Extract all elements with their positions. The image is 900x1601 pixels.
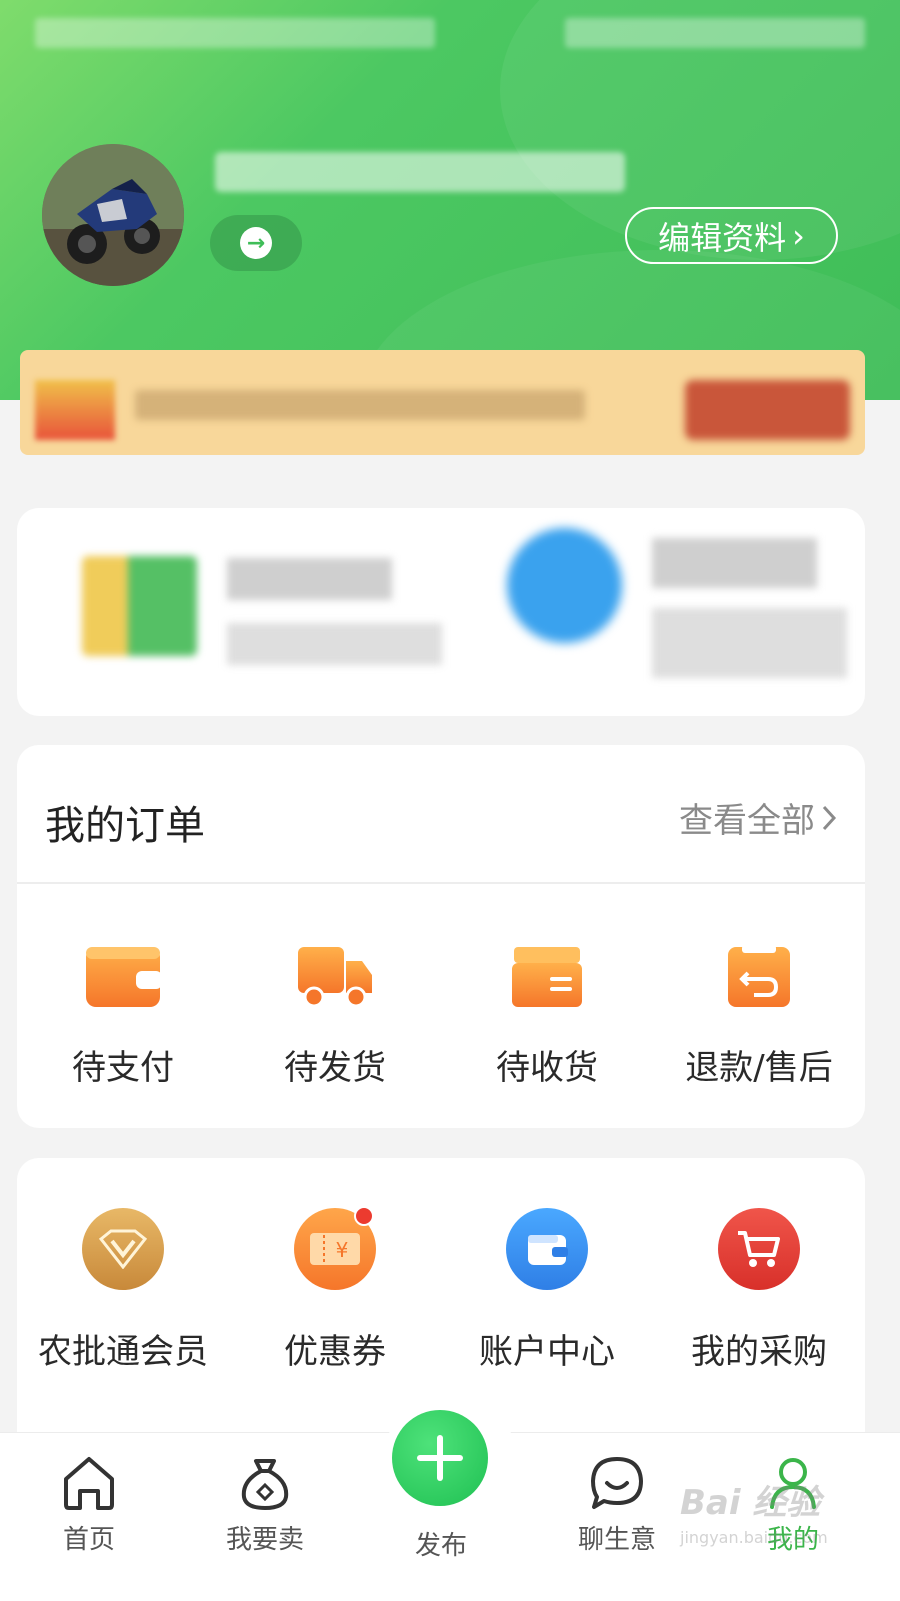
- service-icon[interactable]: [82, 556, 197, 656]
- tab-sell[interactable]: 我要卖: [190, 1455, 340, 1556]
- order-status-label: 待发货: [284, 1048, 386, 1088]
- service-title-redacted: [227, 558, 392, 600]
- tool-account-center[interactable]: 账户中心: [441, 1208, 653, 1373]
- coupon-icon: ¥: [294, 1206, 376, 1290]
- status-bar-left: [35, 18, 435, 48]
- publish-button[interactable]: [392, 1410, 488, 1506]
- order-status-label: 退款/售后: [685, 1048, 833, 1088]
- plus-icon: [417, 1435, 463, 1481]
- view-all-label: 查看全部: [679, 801, 815, 841]
- order-status-refund[interactable]: 退款/售后: [653, 940, 865, 1089]
- home-icon: [64, 1457, 114, 1510]
- status-bar: [35, 18, 865, 52]
- order-status-pending-payment[interactable]: 待支付: [17, 940, 229, 1089]
- edit-profile-label: 编辑资料: [658, 218, 787, 257]
- tool-label: 优惠券: [284, 1332, 386, 1372]
- box-icon: [507, 940, 587, 1012]
- avatar[interactable]: [42, 144, 184, 286]
- username-redacted: [215, 152, 625, 192]
- promo-action-button[interactable]: [685, 380, 850, 440]
- tab-home[interactable]: 首页: [14, 1455, 164, 1556]
- order-status-label: 待收货: [496, 1048, 598, 1088]
- orders-card: 我的订单 查看全部 待支付 待发货 待收货 退款/售后: [17, 745, 865, 1128]
- promo-banner[interactable]: [20, 350, 865, 455]
- watermark-url: jingyan.baidu.com: [680, 1528, 828, 1547]
- order-status-pending-shipment[interactable]: 待发货: [229, 940, 441, 1089]
- service-subtitle-redacted: [227, 623, 442, 665]
- truck-icon: [295, 940, 375, 1012]
- tab-label: 发布: [414, 1531, 467, 1561]
- service-title-redacted: [652, 538, 817, 588]
- watermark-logo: Bai 经验: [680, 1483, 821, 1523]
- tools-grid: 农批通会员 ¥ 优惠券 账户中心 我的采购: [17, 1206, 865, 1373]
- divider: [17, 882, 865, 884]
- profile-link[interactable]: →: [210, 215, 302, 271]
- services-card: [17, 508, 865, 716]
- status-bar-right: [565, 18, 865, 48]
- orders-title: 我的订单: [45, 803, 205, 849]
- view-all-orders-link[interactable]: 查看全部: [679, 793, 837, 842]
- wallet-icon: [83, 940, 163, 1012]
- tab-label: 我要卖: [225, 1525, 304, 1555]
- motorcycle-image: [42, 144, 184, 286]
- tab-chat[interactable]: 聊生意: [542, 1455, 692, 1556]
- promo-icon: [35, 380, 115, 440]
- tab-label: 聊生意: [577, 1525, 656, 1555]
- tab-publish[interactable]: 发布: [366, 1517, 516, 1562]
- return-icon: [719, 940, 799, 1012]
- tool-vip-membership[interactable]: 农批通会员: [17, 1208, 229, 1373]
- arrow-right-icon: →: [240, 227, 272, 259]
- tool-label: 账户中心: [479, 1332, 615, 1372]
- chevron-right-icon: ›: [792, 216, 805, 255]
- account-wallet-icon: [506, 1208, 588, 1290]
- money-bag-icon: [241, 1459, 289, 1510]
- tool-coupons[interactable]: ¥ 优惠券: [229, 1206, 441, 1373]
- promo-text-redacted: [135, 390, 585, 420]
- svg-text:¥: ¥: [336, 1238, 349, 1262]
- notification-dot: [354, 1206, 374, 1226]
- profile-header: → 编辑资料 ›: [0, 0, 900, 400]
- order-status-pending-receipt[interactable]: 待收货: [441, 940, 653, 1089]
- chevron-right-icon: [822, 805, 837, 830]
- vip-diamond-icon: [82, 1208, 164, 1290]
- order-status-grid: 待支付 待发货 待收货 退款/售后: [17, 940, 865, 1089]
- service-icon[interactable]: [507, 528, 622, 643]
- tool-my-purchases[interactable]: 我的采购: [653, 1208, 865, 1373]
- order-status-label: 待支付: [72, 1048, 174, 1088]
- tab-label: 首页: [62, 1525, 115, 1555]
- tool-label: 农批通会员: [38, 1332, 208, 1372]
- cart-icon: [718, 1208, 800, 1290]
- tool-label: 我的采购: [691, 1332, 827, 1372]
- chat-icon: [591, 1457, 643, 1509]
- service-subtitle-redacted: [652, 608, 847, 678]
- edit-profile-button[interactable]: 编辑资料 ›: [625, 207, 838, 264]
